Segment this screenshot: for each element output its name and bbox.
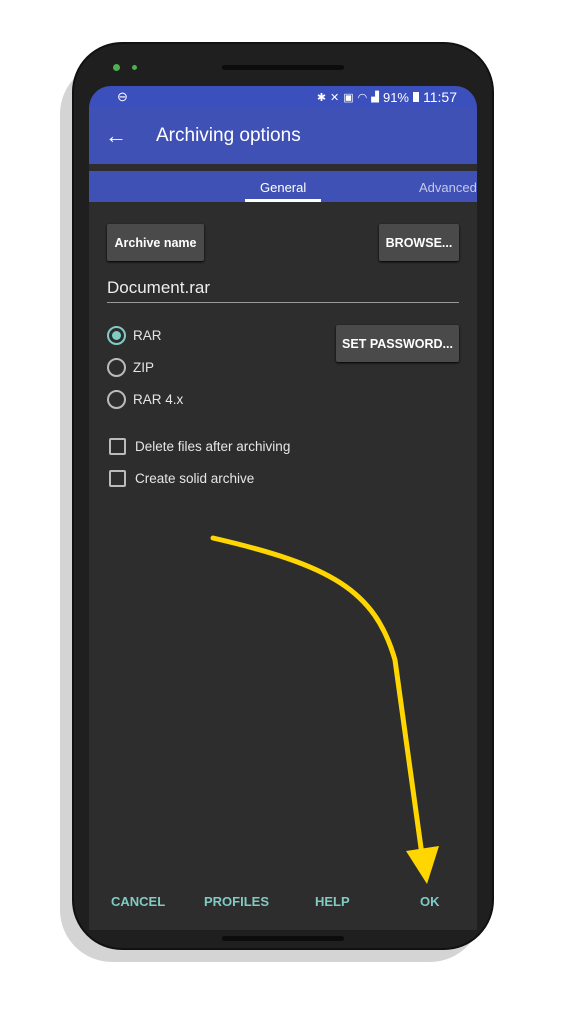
arrow-head	[406, 846, 439, 884]
annotation-arrow	[210, 535, 439, 884]
arrow-shaft	[210, 535, 425, 858]
